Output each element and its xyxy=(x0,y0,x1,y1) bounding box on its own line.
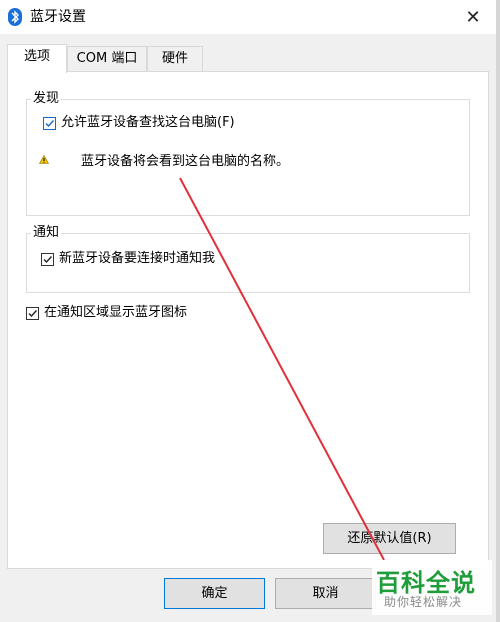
tab-options[interactable]: 选项 xyxy=(7,44,67,73)
show-tray-icon-row[interactable]: 在通知区域显示蓝牙图标 xyxy=(26,304,187,322)
warning-icon xyxy=(39,155,49,164)
allow-discovery-label: 允许蓝牙设备查找这台电脑(F) xyxy=(61,115,235,130)
watermark-sub-text: 助你轻松解决 xyxy=(384,595,463,609)
discovery-warning-text: 蓝牙设备将会看到这台电脑的名称。 xyxy=(81,154,290,169)
window-edge xyxy=(496,0,500,622)
allow-discovery-checkbox[interactable] xyxy=(43,116,56,130)
notification-group: 通知 新蓝牙设备要连接时通知我 xyxy=(26,224,470,293)
notify-new-device-row[interactable]: 新蓝牙设备要连接时通知我 xyxy=(41,250,215,268)
window-title: 蓝牙设置 xyxy=(30,9,86,25)
restore-defaults-button[interactable]: 还原默认值(R) xyxy=(323,523,456,554)
close-button[interactable]: ✕ xyxy=(450,0,496,34)
bluetooth-settings-window: 蓝牙设置 ✕ 选项 COM 端口 硬件 发现 允许蓝牙设备查找这台电脑(F) 蓝… xyxy=(0,0,497,622)
show-tray-icon-label: 在通知区域显示蓝牙图标 xyxy=(44,305,188,320)
notification-group-title: 通知 xyxy=(31,224,62,242)
discovery-group: 发现 允许蓝牙设备查找这台电脑(F) 蓝牙设备将会看到这台电脑的名称。 xyxy=(26,90,470,216)
ok-button[interactable]: 确定 xyxy=(164,578,265,609)
bluetooth-icon xyxy=(8,8,22,26)
options-panel: 发现 允许蓝牙设备查找这台电脑(F) 蓝牙设备将会看到这台电脑的名称。 通知 新… xyxy=(7,71,489,569)
tab-com-ports[interactable]: COM 端口 xyxy=(67,46,147,71)
notify-new-device-checkbox[interactable] xyxy=(41,252,54,266)
discovery-group-title: 发现 xyxy=(31,90,62,108)
notify-new-device-label: 新蓝牙设备要连接时通知我 xyxy=(59,251,216,266)
tab-hardware[interactable]: 硬件 xyxy=(147,46,203,71)
show-tray-icon-checkbox[interactable] xyxy=(26,306,39,320)
allow-discovery-row[interactable]: 允许蓝牙设备查找这台电脑(F) xyxy=(43,114,235,132)
watermark-logo: 百科全说 助你轻松解决 xyxy=(372,560,492,615)
close-icon: ✕ xyxy=(465,6,481,28)
title-bar: 蓝牙设置 ✕ xyxy=(0,0,496,34)
discovery-warning: 蓝牙设备将会看到这台电脑的名称。 xyxy=(39,150,289,169)
cancel-button[interactable]: 取消 xyxy=(275,578,376,609)
